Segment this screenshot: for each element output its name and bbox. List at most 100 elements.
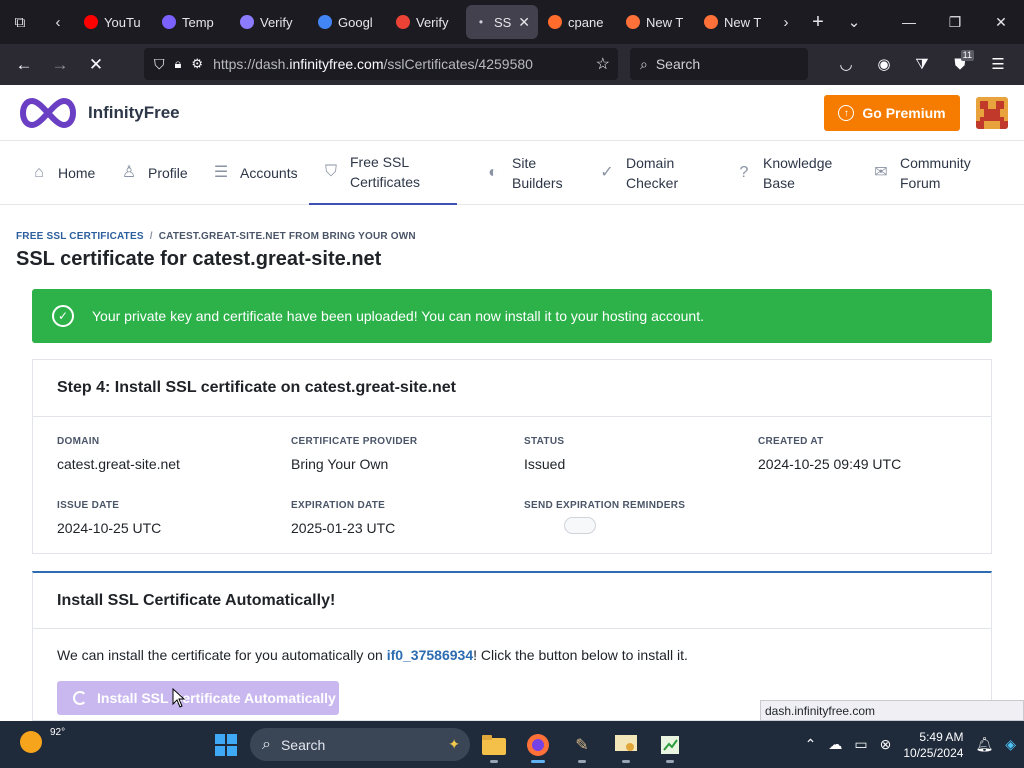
menu-item-domain-checker[interactable]: ✓ Domain Checker bbox=[598, 141, 678, 205]
restore-icon[interactable]: ❐ bbox=[932, 0, 978, 44]
notification-bell-icon[interactable]: 🔔︎ bbox=[975, 736, 993, 753]
temp-mail-icon bbox=[162, 15, 176, 29]
infinityfree-logo[interactable]: InfinityFree bbox=[16, 95, 180, 131]
scroll-tabs-right-icon[interactable]: › bbox=[772, 0, 800, 44]
lock-icon[interactable]: 🔒︎ bbox=[175, 56, 182, 72]
notepad-app-icon[interactable] bbox=[654, 729, 686, 763]
url-text[interactable]: https://dash.infinityfree.com/sslCertifi… bbox=[213, 56, 533, 72]
close-window-icon[interactable]: ✕ bbox=[978, 0, 1024, 44]
browser-tab[interactable]: Googl bbox=[310, 5, 386, 39]
pocket-icon[interactable]: ◡ bbox=[828, 48, 864, 80]
browser-tab[interactable]: New T bbox=[618, 5, 694, 39]
help-circle-icon: ? bbox=[739, 164, 749, 181]
taskbar-search[interactable]: ⌕ Search ✦ bbox=[250, 728, 470, 761]
display-icon[interactable]: ▭ bbox=[854, 736, 867, 753]
chevron-up-icon[interactable]: ⌃ bbox=[805, 736, 817, 753]
tracking-shield-icon[interactable]: ⛉ bbox=[154, 56, 165, 73]
tab-title: cpane bbox=[568, 14, 604, 30]
bookmark-star-icon[interactable]: ☆ bbox=[596, 54, 610, 74]
start-button[interactable] bbox=[210, 729, 242, 761]
breadcrumb: FREE SSL CERTIFICATES / CATEST.GREAT-SITE.… bbox=[16, 231, 416, 242]
browser-tab[interactable]: Verify bbox=[388, 5, 464, 39]
menu-item-community-forum[interactable]: ✉ Community Forum bbox=[872, 141, 971, 205]
tab-title: SSL bbox=[494, 14, 512, 30]
chat-icon: ✉ bbox=[874, 164, 888, 181]
expiration-date-field: EXPIRATION DATE 2025-01-23 UTC bbox=[291, 500, 396, 536]
mouse-cursor-icon bbox=[172, 688, 186, 708]
sun-icon bbox=[20, 731, 42, 753]
browser-tab[interactable]: Temp bbox=[154, 5, 230, 39]
menu-item-label: Accounts bbox=[240, 165, 298, 181]
shield-icon: ⛉ bbox=[324, 163, 337, 180]
extensions-icon[interactable]: ⧩ bbox=[904, 48, 940, 80]
home-icon: ⌂ bbox=[34, 164, 44, 181]
page-title: SSL certificate for catest.great-site.ne… bbox=[16, 248, 382, 270]
address-bar[interactable]: ⛉ 🔒︎ ⚙ https://dash.infinityfree.com/ssl… bbox=[144, 48, 618, 80]
site-header: InfinityFree ↑ Go Premium bbox=[0, 85, 1024, 141]
issue-date-field: ISSUE DATE 2024-10-25 UTC bbox=[57, 500, 162, 536]
menu-item-label: Community Forum bbox=[900, 155, 971, 191]
file-explorer-icon[interactable] bbox=[478, 729, 510, 763]
tab-title: New T bbox=[724, 14, 762, 30]
menu-item-knowledge-base[interactable]: ? Knowledge Base bbox=[735, 141, 833, 205]
menu-item-label: Site Builders bbox=[512, 155, 563, 191]
browser-tab[interactable]: YouTu bbox=[76, 5, 152, 39]
user-icon: ♙ bbox=[121, 164, 137, 181]
tab-overview-icon[interactable]: ⧉ bbox=[0, 0, 40, 44]
network-icon[interactable]: ⊗ bbox=[880, 736, 892, 753]
menu-item-profile[interactable]: ♙ Profile bbox=[120, 141, 188, 205]
link-status-popup: dash.infinityfree.com bbox=[760, 700, 1024, 721]
browser-tab[interactable]: New T bbox=[696, 5, 772, 39]
stop-loading-icon[interactable]: ✕ bbox=[78, 47, 114, 83]
cpanel-icon bbox=[548, 15, 562, 29]
cloud-icon[interactable]: ☁ bbox=[828, 736, 842, 753]
go-premium-button[interactable]: ↑ Go Premium bbox=[824, 95, 960, 131]
certificate-details-card: Step 4: Install SSL certificate on cates… bbox=[32, 359, 992, 554]
menu-item-free-ssl-certificates[interactable]: ⛉ Free SSL Certificates bbox=[309, 141, 457, 205]
menu-item-site-builders[interactable]: ◐ Site Builders bbox=[484, 141, 563, 205]
menu-item-accounts[interactable]: ☰ Accounts bbox=[212, 141, 298, 205]
app-taskbar-icon[interactable]: ✎ bbox=[566, 729, 598, 763]
app-menu-icon[interactable]: ☰ bbox=[980, 48, 1016, 80]
copilot-icon[interactable]: ◈ bbox=[1005, 736, 1016, 753]
close-tab-icon[interactable]: ✕ bbox=[518, 14, 530, 31]
breadcrumb-root-link[interactable]: FREE SSL CERTIFICATES bbox=[16, 231, 144, 242]
hosting-account-link[interactable]: if0_37586934 bbox=[387, 647, 473, 663]
scroll-tabs-left-icon[interactable]: ‹ bbox=[40, 0, 76, 44]
permissions-icon[interactable]: ⚙ bbox=[191, 56, 203, 72]
forward-icon[interactable]: → bbox=[42, 47, 78, 83]
weather-widget[interactable]: 92° bbox=[20, 727, 65, 753]
expiration-reminders-field: SEND EXPIRATION REMINDERS bbox=[524, 500, 754, 534]
back-icon[interactable]: ← bbox=[6, 47, 42, 83]
browser-tab-bar: ⧉ ‹ YouTu Temp Verify Googl Verify • SSL ✕ cpane… bbox=[0, 0, 1024, 44]
ublock-extension-icon[interactable]: ⛊ 11 bbox=[942, 48, 978, 80]
account-icon[interactable]: ◉ bbox=[866, 48, 902, 80]
user-avatar[interactable] bbox=[976, 97, 1008, 129]
search-icon: ⌕ bbox=[640, 55, 648, 72]
minimize-icon[interactable]: — bbox=[886, 0, 932, 44]
status-field: STATUS Issued bbox=[524, 436, 566, 472]
new-tab-icon[interactable]: + bbox=[800, 0, 836, 44]
firefox-taskbar-icon[interactable] bbox=[522, 729, 554, 763]
tab-title: Verify bbox=[416, 14, 449, 30]
menu-item-label: Domain Checker bbox=[626, 155, 679, 191]
install-ssl-automatically-button[interactable]: Install SSL Certificate Automatically bbox=[57, 681, 339, 715]
search-highlight-icon: ✦ bbox=[448, 736, 460, 752]
list-tabs-icon[interactable]: ⌄ bbox=[836, 0, 872, 44]
certificate-app-icon[interactable] bbox=[610, 729, 642, 763]
clock[interactable]: 5:49 AM 10/25/2024 bbox=[903, 729, 963, 761]
browser-search-bar[interactable]: ⌕ Search bbox=[630, 48, 808, 80]
loading-dot-icon: • bbox=[478, 15, 484, 29]
browser-tab[interactable]: cpane bbox=[540, 5, 616, 39]
infinity-logo-icon bbox=[20, 97, 76, 129]
search-icon: ⌕ bbox=[262, 735, 271, 753]
tab-title: Googl bbox=[338, 14, 373, 30]
infinity-icon bbox=[240, 15, 254, 29]
browser-tab[interactable]: Verify bbox=[232, 5, 308, 39]
check-circle-icon: ✓ bbox=[600, 164, 614, 181]
provider-field: CERTIFICATE PROVIDER Bring Your Own bbox=[291, 436, 418, 472]
menu-item-home[interactable]: ⌂ Home bbox=[30, 141, 95, 205]
youtube-icon bbox=[84, 15, 98, 29]
browser-tab[interactable]: • SSL ✕ bbox=[466, 5, 538, 39]
expiration-reminders-toggle[interactable] bbox=[564, 517, 596, 534]
